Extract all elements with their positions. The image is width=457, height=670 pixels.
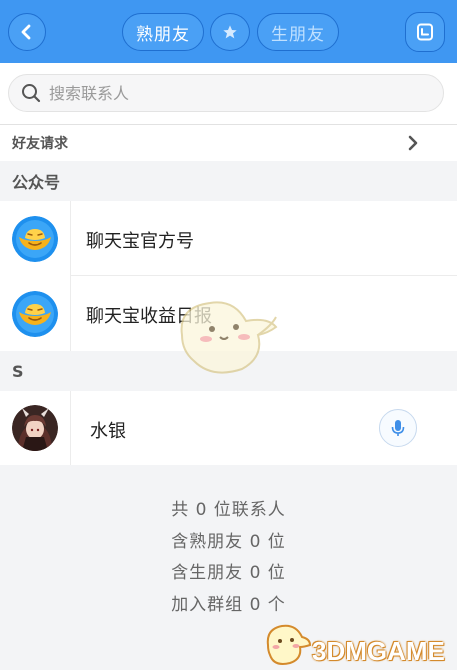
list-item-contact[interactable]: 水银 [0, 391, 457, 465]
stat-familiar-friends: 含熟朋友 0 位 [171, 531, 286, 552]
chevron-right-icon [408, 135, 418, 151]
contact-book-icon [417, 23, 433, 41]
avatar-cell [0, 391, 71, 465]
top-bar: 熟朋友 生朋友 [0, 0, 457, 63]
watermark-text: 3DMGAME [312, 636, 445, 666]
section-title: 公众号 [12, 173, 61, 192]
contact-stats: 共 0 位联系人 含熟朋友 0 位 含生朋友 0 位 加入群组 0 个 [0, 495, 457, 621]
section-header-official-accounts: 公众号 [0, 161, 457, 201]
friend-requests-label: 好友请求 [12, 136, 68, 152]
tab-familiar-friends[interactable]: 熟朋友 [122, 13, 204, 51]
gold-ingot-icon [12, 216, 58, 262]
mascot-watermark-icon [180, 301, 278, 374]
stat-groups: 加入群组 0 个 [171, 594, 286, 615]
tab-stranger-friends[interactable]: 生朋友 [257, 13, 339, 51]
star-icon [223, 25, 237, 39]
star-filter-button[interactable] [210, 13, 250, 51]
mascot-logo-icon [266, 624, 312, 665]
voice-call-button[interactable] [379, 409, 417, 447]
search-input[interactable] [49, 83, 409, 103]
stat-total-contacts: 共 0 位联系人 [171, 500, 286, 520]
avatar-cell [0, 276, 71, 351]
microphone-icon [391, 420, 405, 436]
avatar-cell [0, 201, 71, 276]
user-avatar [12, 405, 58, 451]
contact-book-button[interactable] [405, 12, 445, 52]
gold-ingot-icon [12, 291, 58, 337]
search-box[interactable] [8, 74, 444, 112]
contact-name: 水银 [90, 421, 126, 442]
stat-stranger-friends: 含生朋友 0 位 [171, 563, 286, 583]
contact-name: 聊天宝官方号 [86, 231, 194, 252]
section-title: S [12, 361, 24, 381]
chevron-left-icon [21, 24, 31, 40]
friend-requests-row[interactable]: 好友请求 [0, 125, 457, 161]
list-item-official-account[interactable]: 聊天宝官方号 [0, 201, 457, 276]
tab-familiar-label: 熟朋友 [136, 24, 190, 45]
tab-stranger-label: 生朋友 [271, 24, 325, 45]
search-icon [22, 84, 41, 103]
search-area [0, 63, 457, 124]
back-button[interactable] [8, 13, 46, 51]
